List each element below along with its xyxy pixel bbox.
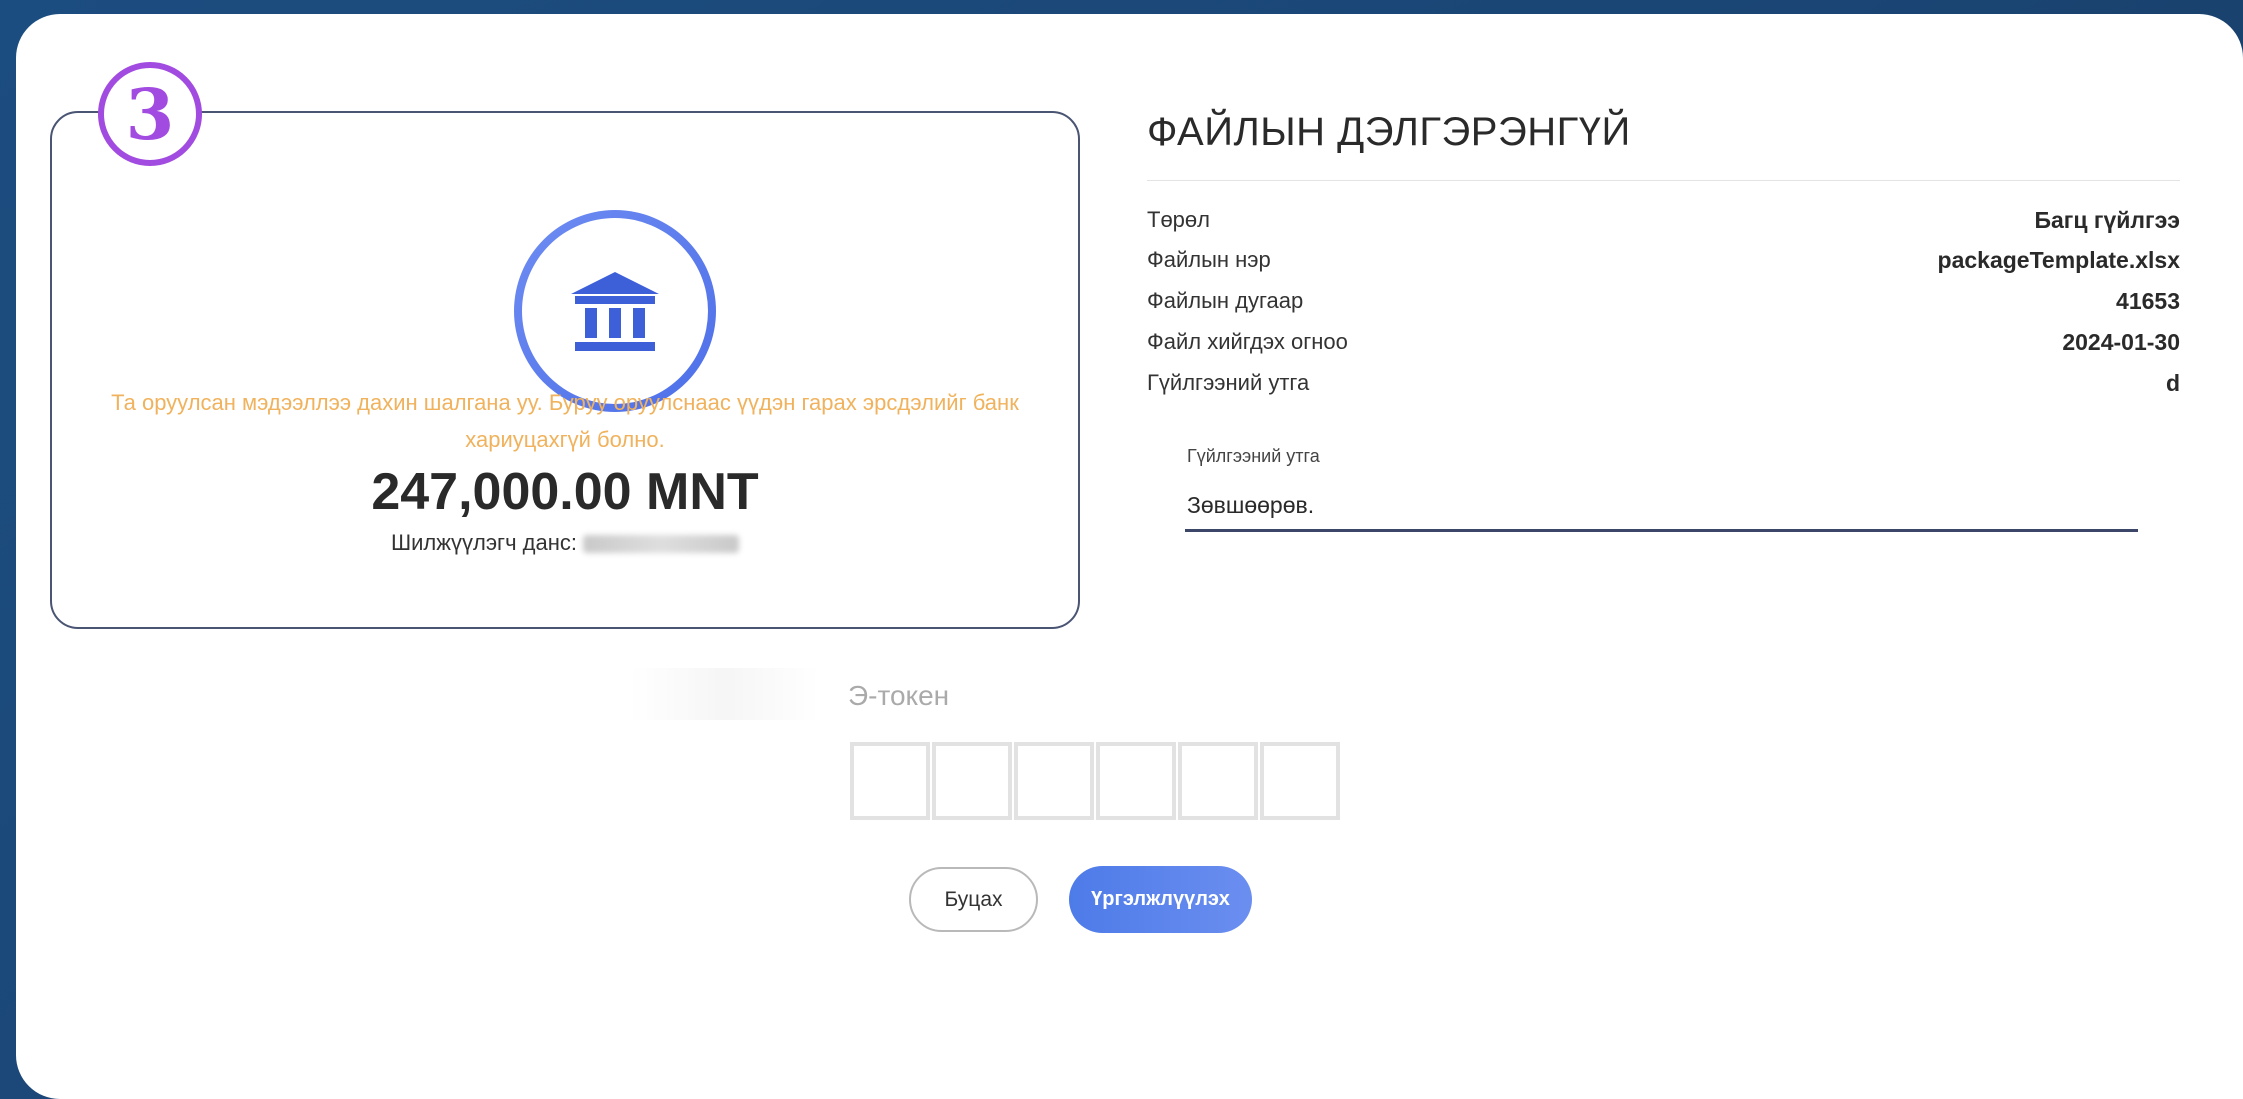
file-details-title: ФАЙЛЫН ДЭЛГЭРЭНГҮЙ bbox=[1147, 110, 1631, 154]
e-token-code-inputs bbox=[850, 742, 1340, 820]
detail-value: d bbox=[2165, 369, 2180, 396]
detail-row-file-number: Файлын дугаар 41653 bbox=[1147, 281, 2180, 321]
detail-label: Төрөл bbox=[1147, 207, 1210, 232]
e-token-digit-4[interactable] bbox=[1096, 742, 1176, 820]
verification-warning-text: Та оруулсан мэдээллээ дахин шалгана уу. … bbox=[111, 390, 1019, 452]
continue-button[interactable]: Үргэлжлүүлэх bbox=[1069, 866, 1252, 933]
back-button[interactable]: Буцах bbox=[909, 867, 1038, 932]
detail-label: Файлын нэр bbox=[1147, 247, 1271, 272]
e-token-digit-1[interactable] bbox=[850, 742, 930, 820]
detail-row-description: Гүйлгээний утга d bbox=[1147, 363, 2180, 403]
transaction-note-label: Гүйлгээний утга bbox=[1187, 446, 1320, 466]
bank-icon bbox=[514, 210, 716, 412]
transaction-amount: 247,000.00 MNT bbox=[371, 463, 759, 521]
transaction-note-input[interactable] bbox=[1185, 482, 2138, 532]
detail-value: 2024-01-30 bbox=[2062, 328, 2180, 355]
detail-row-type: Төрөл Багц гүйлгээ bbox=[1147, 200, 2180, 240]
e-token-digit-3[interactable] bbox=[1014, 742, 1094, 820]
detail-row-execution-date: Файл хийгдэх огноо 2024-01-30 bbox=[1147, 322, 2180, 362]
detail-label: Гүйлгээний утга bbox=[1147, 370, 1310, 395]
e-token-digit-2[interactable] bbox=[932, 742, 1012, 820]
step-number-badge: 3 bbox=[98, 62, 202, 166]
e-token-digit-6[interactable] bbox=[1260, 742, 1340, 820]
detail-label: Файлын дугаар bbox=[1147, 288, 1304, 313]
e-token-label: Э-токен bbox=[848, 680, 950, 711]
detail-row-file-name: Файлын нэр packageTemplate.xlsx bbox=[1147, 240, 2180, 280]
detail-value: 41653 bbox=[2116, 287, 2180, 314]
detail-value: packageTemplate.xlsx bbox=[1937, 246, 2180, 273]
token-label-fade bbox=[630, 668, 820, 720]
detail-value: Багц гүйлгээ bbox=[2034, 206, 2180, 233]
sender-account-label: Шилжүүлэгч данс: bbox=[390, 530, 577, 555]
detail-label: Файл хийгдэх огноо bbox=[1147, 329, 1348, 354]
details-divider bbox=[1147, 180, 2180, 181]
e-token-digit-5[interactable] bbox=[1178, 742, 1258, 820]
sender-account: Шилжүүлэгч данс: bbox=[100, 530, 1030, 556]
sender-account-number-redacted bbox=[583, 535, 739, 554]
